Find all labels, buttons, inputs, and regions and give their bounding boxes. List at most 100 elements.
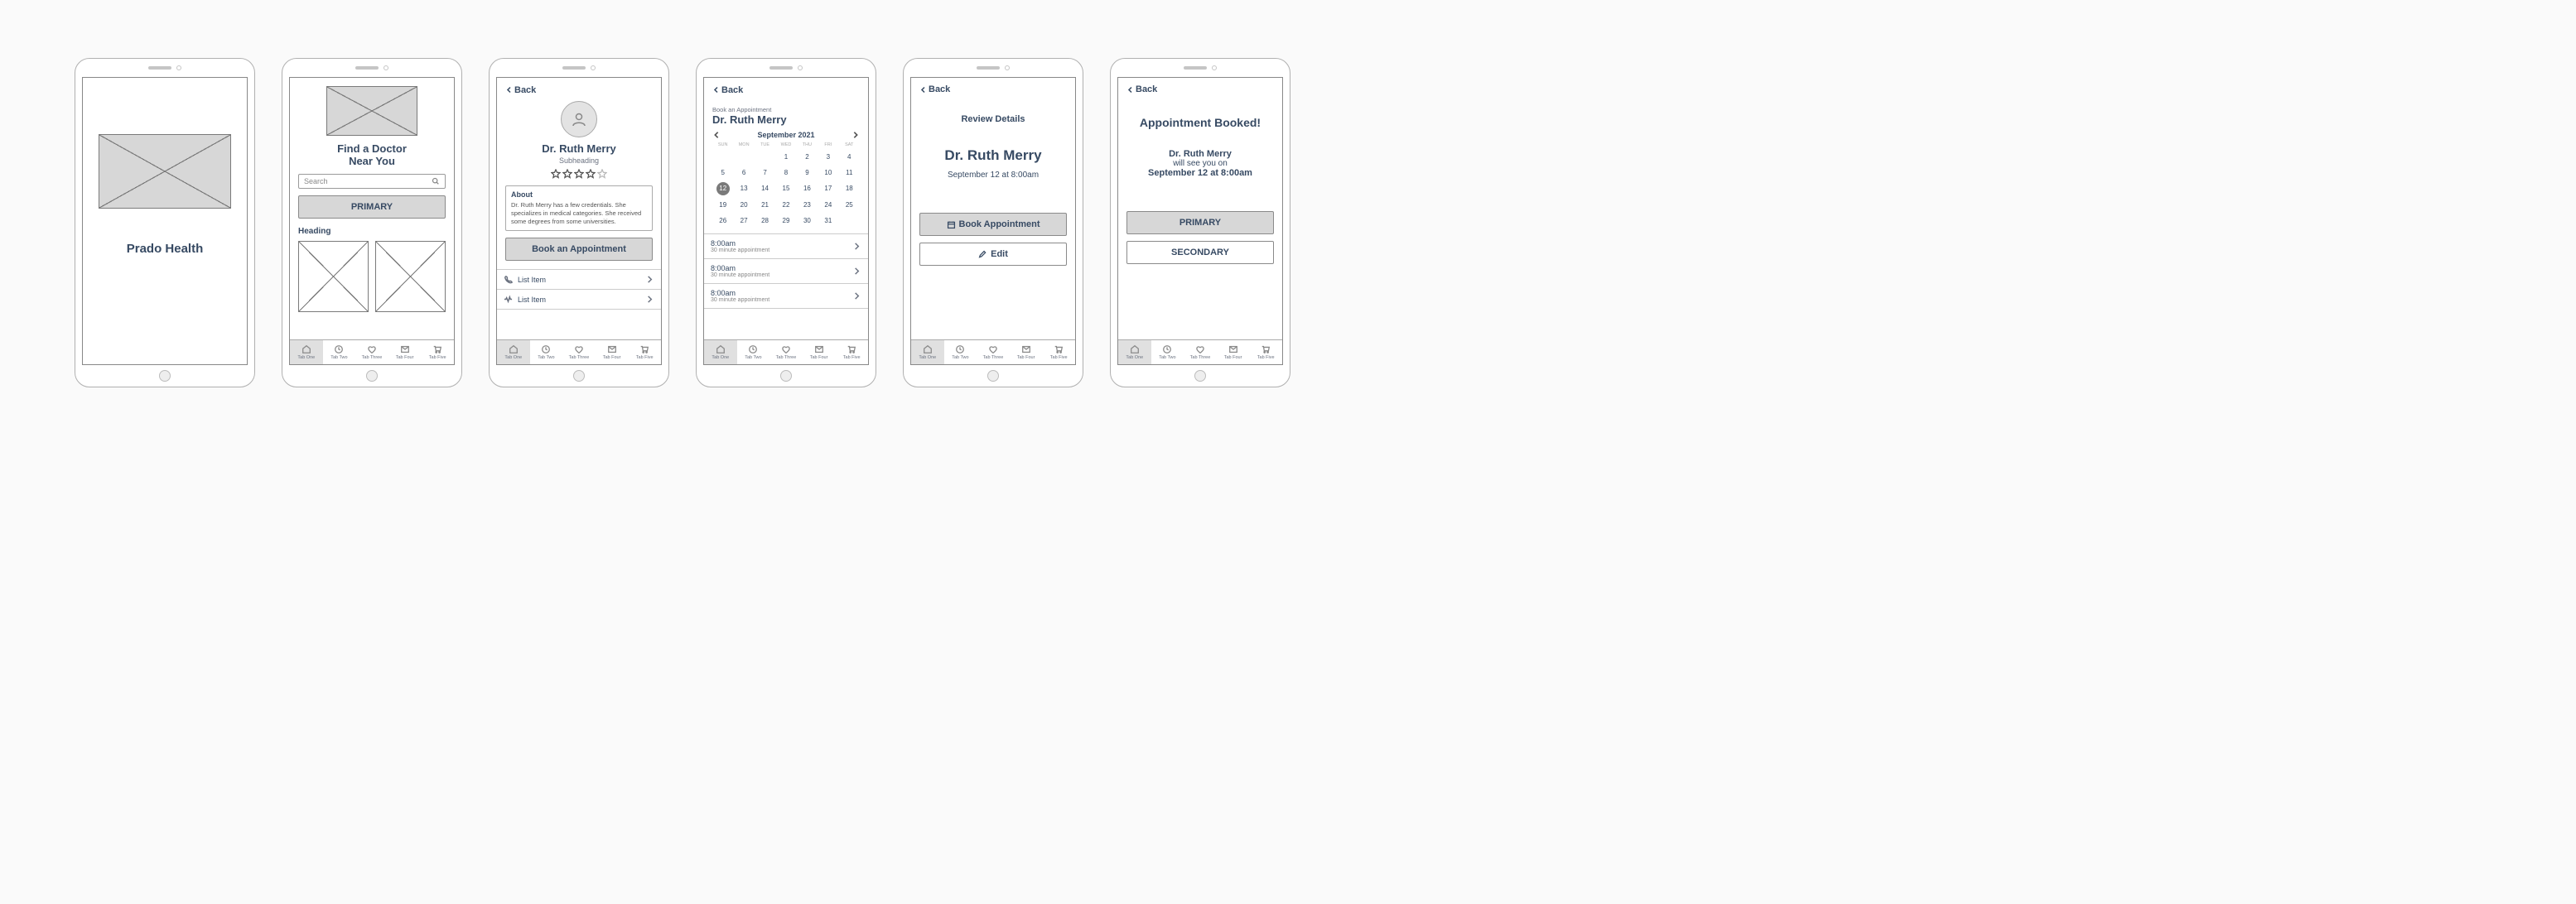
back-link[interactable]: Back (919, 84, 1067, 94)
clock-icon (955, 344, 965, 354)
calendar-day[interactable]: 7 (755, 166, 775, 179)
tab-cart[interactable]: Tab Five (628, 340, 661, 364)
calendar-day[interactable]: 1 (775, 151, 796, 163)
tab-heart[interactable]: Tab Three (355, 340, 388, 364)
calendar-day[interactable]: 17 (818, 182, 838, 195)
slot-desc: 30 minute appointment (711, 248, 847, 253)
clock-icon (334, 344, 344, 354)
home-button[interactable] (1194, 370, 1206, 382)
tab-label: Tab Two (952, 355, 968, 360)
tab-mail[interactable]: Tab Four (596, 340, 629, 364)
overline: Book an Appointment (712, 106, 860, 113)
calendar-day[interactable]: 27 (733, 214, 754, 227)
home-button[interactable] (780, 370, 792, 382)
back-link[interactable]: Back (1126, 84, 1274, 94)
slot-time: 8:00am (711, 264, 847, 272)
tab-clock[interactable]: Tab Two (530, 340, 563, 364)
tab-clock[interactable]: Tab Two (944, 340, 977, 364)
card-placeholder-2[interactable] (375, 241, 446, 312)
tab-cart[interactable]: Tab Five (421, 340, 454, 364)
calendar-day[interactable]: 31 (818, 214, 838, 227)
calendar-day[interactable]: 10 (818, 166, 838, 179)
calendar-icon (947, 220, 956, 229)
phone-frame-search: Find a Doctor Near You Search PRIMARY He… (282, 58, 462, 387)
calendar-day[interactable]: 24 (818, 199, 838, 211)
calendar-day[interactable]: 22 (775, 199, 796, 211)
book-button[interactable]: Book Appointment (919, 213, 1067, 236)
primary-button[interactable]: PRIMARY (1126, 211, 1274, 234)
calendar-day[interactable]: 20 (733, 199, 754, 211)
calendar-day[interactable]: 13 (733, 182, 754, 195)
tab-mail[interactable]: Tab Four (1217, 340, 1250, 364)
tab-label: Tab One (297, 355, 315, 360)
tab-mail[interactable]: Tab Four (803, 340, 836, 364)
back-link[interactable]: Back (505, 85, 536, 95)
clock-icon (1162, 344, 1172, 354)
search-placeholder: Search (304, 177, 432, 185)
calendar-day[interactable]: 11 (839, 166, 860, 179)
tab-clock[interactable]: Tab Two (1151, 340, 1184, 364)
calendar-day[interactable]: 5 (712, 166, 733, 179)
tab-heart[interactable]: Tab Three (562, 340, 596, 364)
calendar-day[interactable]: 29 (775, 214, 796, 227)
tab-heart[interactable]: Tab Three (769, 340, 803, 364)
tab-home[interactable]: Tab One (911, 340, 944, 364)
calendar-day[interactable]: 6 (733, 166, 754, 179)
home-button[interactable] (159, 370, 171, 382)
card-placeholder-1[interactable] (298, 241, 369, 312)
tab-home[interactable]: Tab One (497, 340, 530, 364)
prev-month-button[interactable] (712, 131, 721, 139)
calendar-day[interactable]: 15 (775, 182, 796, 195)
calendar-day[interactable]: 19 (712, 199, 733, 211)
tab-heart[interactable]: Tab Three (1184, 340, 1217, 364)
calendar-day[interactable]: 25 (839, 199, 860, 211)
tab-cart[interactable]: Tab Five (835, 340, 868, 364)
list-item[interactable]: List Item (497, 290, 661, 310)
calendar-day[interactable]: 18 (839, 182, 860, 195)
calendar-day[interactable]: 28 (755, 214, 775, 227)
calendar-day[interactable]: 3 (818, 151, 838, 163)
doctor-name: Dr. Ruth Merry (712, 113, 860, 126)
heart-icon (988, 344, 998, 354)
phone-frame-profile: Back Dr. Ruth Merry Subheading About Dr.… (489, 58, 669, 387)
tab-label: Tab Two (330, 355, 347, 360)
tab-cart[interactable]: Tab Five (1249, 340, 1282, 364)
next-month-button[interactable] (851, 131, 860, 139)
time-slot[interactable]: 8:00am30 minute appointment (704, 234, 868, 259)
primary-button[interactable]: PRIMARY (298, 195, 446, 219)
calendar-day[interactable]: 21 (755, 199, 775, 211)
tab-home[interactable]: Tab One (704, 340, 737, 364)
tab-mail[interactable]: Tab Four (1010, 340, 1043, 364)
list-item[interactable]: List Item (497, 270, 661, 290)
dow-label: THU (797, 142, 818, 147)
tab-clock[interactable]: Tab Two (737, 340, 770, 364)
search-input[interactable]: Search (298, 174, 446, 189)
calendar-day[interactable]: 12 (716, 182, 730, 195)
tab-mail[interactable]: Tab Four (388, 340, 422, 364)
tab-home[interactable]: Tab One (290, 340, 323, 364)
phone-frame-splash: Prado Health (75, 58, 255, 387)
tab-clock[interactable]: Tab Two (323, 340, 356, 364)
tab-heart[interactable]: Tab Three (977, 340, 1010, 364)
book-appointment-button[interactable]: Book an Appointment (505, 238, 653, 261)
calendar-day[interactable]: 14 (755, 182, 775, 195)
back-link[interactable]: Back (712, 85, 743, 95)
tab-cart[interactable]: Tab Five (1042, 340, 1075, 364)
tab-home[interactable]: Tab One (1118, 340, 1151, 364)
home-button[interactable] (987, 370, 999, 382)
calendar-day[interactable]: 4 (839, 151, 860, 163)
calendar-day[interactable]: 16 (797, 182, 818, 195)
secondary-button[interactable]: SECONDARY (1126, 241, 1274, 264)
calendar-day[interactable]: 2 (797, 151, 818, 163)
calendar-day[interactable]: 8 (775, 166, 796, 179)
tab-label: Tab Three (1190, 355, 1211, 360)
calendar-day[interactable]: 9 (797, 166, 818, 179)
calendar-day[interactable]: 30 (797, 214, 818, 227)
calendar-day[interactable]: 23 (797, 199, 818, 211)
edit-button[interactable]: Edit (919, 243, 1067, 266)
time-slot[interactable]: 8:00am30 minute appointment (704, 284, 868, 309)
time-slot[interactable]: 8:00am30 minute appointment (704, 259, 868, 284)
calendar-day[interactable]: 26 (712, 214, 733, 227)
home-button[interactable] (573, 370, 585, 382)
home-button[interactable] (366, 370, 378, 382)
